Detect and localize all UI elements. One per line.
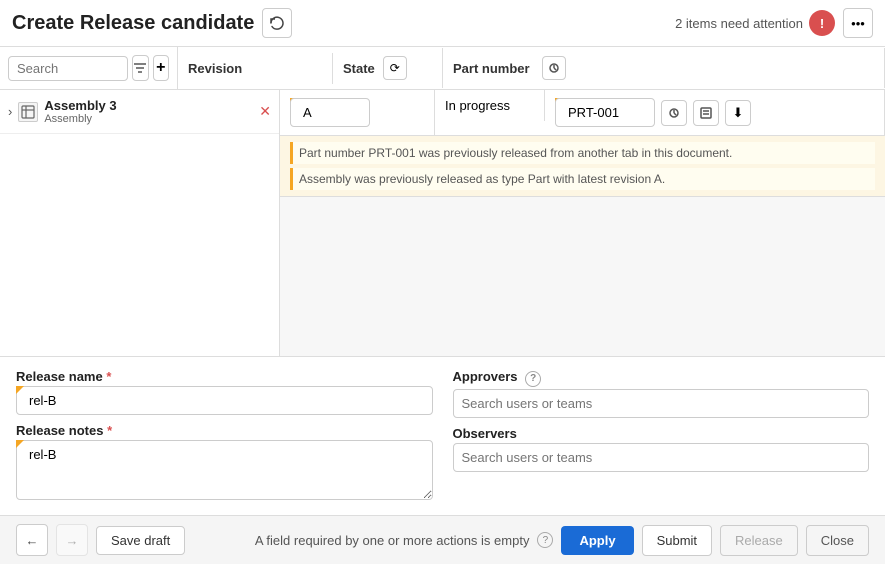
partnumber-list-button[interactable] xyxy=(693,100,719,126)
partnumber-cell: ⬇ xyxy=(545,90,885,135)
tree-panel: › Assembly 3 Assembly ✕ xyxy=(0,90,280,356)
release-notes-flag-icon xyxy=(16,440,24,448)
data-row: In progress xyxy=(280,90,885,136)
search-input[interactable] xyxy=(8,56,128,81)
state-column-header: State ⟳ xyxy=(333,48,443,88)
more-options-button[interactable]: ••• xyxy=(843,8,873,38)
partnumber-hash-button[interactable] xyxy=(661,100,687,126)
attention-icon: ! xyxy=(809,10,835,36)
release-name-input-wrap xyxy=(16,386,433,415)
page-title: Create Release candidate xyxy=(12,12,254,35)
tree-item[interactable]: › Assembly 3 Assembly ✕ xyxy=(0,90,279,134)
approvers-field-group: Approvers ? xyxy=(453,369,870,418)
content-area: › Assembly 3 Assembly ✕ xyxy=(0,90,885,356)
approvers-search-input[interactable] xyxy=(453,389,870,418)
forward-button[interactable]: → xyxy=(56,524,88,556)
tree-empty-space xyxy=(0,134,279,214)
filter-button[interactable] xyxy=(132,55,149,81)
submit-button[interactable]: Submit xyxy=(642,525,712,556)
footer-warning-message: A field required by one or more actions … xyxy=(255,532,554,548)
release-notes-field-group: Release notes * rel-B xyxy=(16,423,433,503)
right-panel: In progress xyxy=(280,90,885,356)
back-button[interactable]: ← xyxy=(16,524,48,556)
required-star: * xyxy=(106,369,111,384)
partnumber-column-header: Part number xyxy=(443,48,885,88)
save-draft-button[interactable]: Save draft xyxy=(96,526,185,555)
partnumber-refresh-button[interactable] xyxy=(542,56,566,80)
state-cell: In progress xyxy=(435,90,545,121)
partnumber-input[interactable] xyxy=(555,98,655,127)
form-left: Release name * Release notes * rel-B xyxy=(16,369,433,503)
revision-cell xyxy=(280,90,435,135)
release-name-flag-icon xyxy=(16,386,24,394)
tree-item-label: Assembly 3 Assembly xyxy=(44,98,253,125)
tree-chevron-icon[interactable]: › xyxy=(8,104,12,119)
warnings-section: Part number PRT-001 was previously relea… xyxy=(280,136,885,197)
sync-icon-button[interactable] xyxy=(262,8,292,38)
tree-item-delete-button[interactable]: ✕ xyxy=(259,103,271,120)
form-section: Release name * Release notes * rel-B App… xyxy=(0,356,885,515)
release-name-input[interactable] xyxy=(16,386,433,415)
partnumber-download-button[interactable]: ⬇ xyxy=(725,100,751,126)
observers-search-input[interactable] xyxy=(453,443,870,472)
observers-field-group: Observers xyxy=(453,426,870,472)
search-area: + xyxy=(0,47,178,89)
approvers-help-icon[interactable]: ? xyxy=(525,371,541,387)
observers-label: Observers xyxy=(453,426,870,441)
release-button[interactable]: Release xyxy=(720,525,798,556)
assembly-icon xyxy=(18,102,38,122)
release-notes-textarea[interactable]: rel-B xyxy=(16,440,433,500)
footer: ← → Save draft A field required by one o… xyxy=(0,515,885,564)
close-button[interactable]: Close xyxy=(806,525,869,556)
release-notes-label: Release notes * xyxy=(16,423,433,438)
release-name-field-group: Release name * xyxy=(16,369,433,415)
footer-help-icon[interactable]: ? xyxy=(537,532,553,548)
release-notes-input-wrap: rel-B xyxy=(16,440,433,503)
revision-column-header: Revision xyxy=(178,53,333,84)
attention-badge: 2 items need attention ! xyxy=(675,10,835,36)
warning-item: Assembly was previously released as type… xyxy=(290,168,875,190)
add-button[interactable]: + xyxy=(153,55,170,81)
form-right: Approvers ? Observers xyxy=(453,369,870,503)
warning-item: Part number PRT-001 was previously relea… xyxy=(290,142,875,164)
revision-input[interactable] xyxy=(290,98,370,127)
approvers-label: Approvers ? xyxy=(453,369,870,387)
header: Create Release candidate 2 items need at… xyxy=(0,0,885,47)
release-name-label: Release name * xyxy=(16,369,433,384)
apply-button[interactable]: Apply xyxy=(561,526,633,555)
required-star-notes: * xyxy=(107,423,112,438)
state-refresh-button[interactable]: ⟳ xyxy=(383,56,407,80)
column-headers: + Revision State ⟳ Part number xyxy=(0,47,885,90)
